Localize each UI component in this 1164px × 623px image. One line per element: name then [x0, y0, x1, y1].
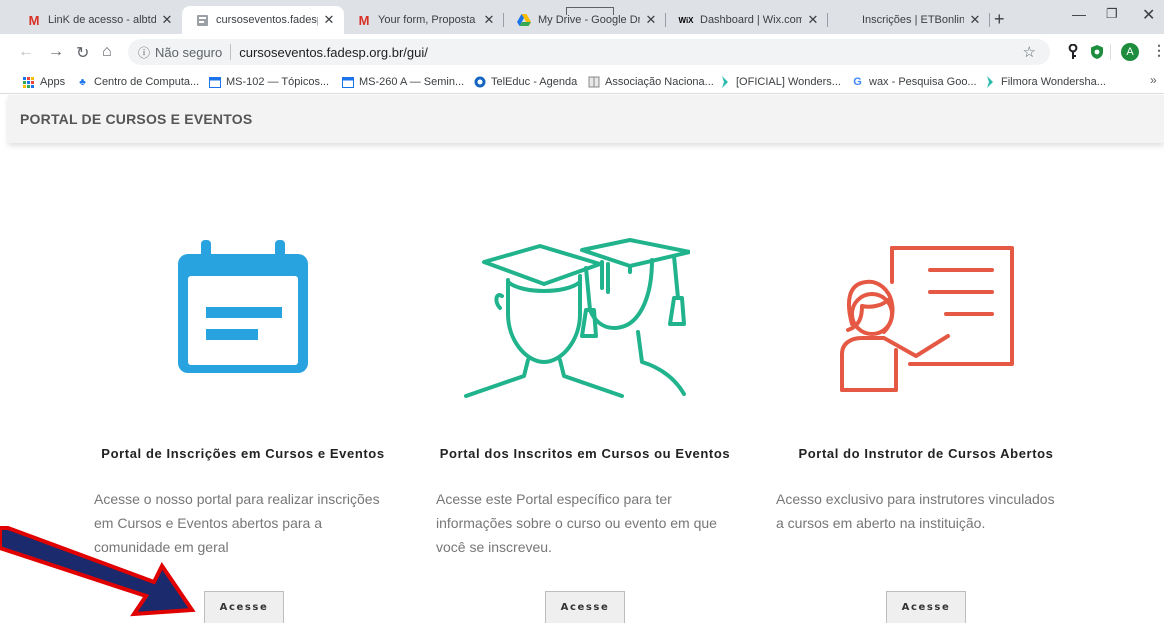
- calendar-icon: [178, 240, 308, 373]
- tab-1[interactable]: cursoseventos.fadesp.o ✕: [182, 6, 344, 34]
- site-brand[interactable]: PORTAL DE CURSOS E EVENTOS: [20, 111, 252, 127]
- bookmark-apps[interactable]: Apps: [22, 73, 65, 91]
- card-title-instrutor: Portal do Instrutor de Cursos Abertos: [798, 446, 1054, 461]
- bookmark-label: MS-102 — Tópicos...: [226, 76, 330, 88]
- close-icon[interactable]: ✕: [644, 12, 658, 28]
- bookmark-item[interactable]: [OFICIAL] Wonders...: [718, 73, 841, 91]
- close-icon[interactable]: ✕: [322, 12, 336, 28]
- desc-line: informações sobre o curso ou evento em q…: [436, 515, 717, 531]
- wondershare-icon: [983, 76, 996, 89]
- desc-line: você se inscreveu.: [436, 539, 552, 555]
- tab-3[interactable]: My Drive - Google Drive ✕: [504, 6, 666, 34]
- minimize-icon[interactable]: —: [1072, 6, 1086, 22]
- bookmark-label: Apps: [40, 76, 66, 88]
- profile-avatar[interactable]: A: [1121, 43, 1139, 61]
- close-icon[interactable]: ✕: [806, 12, 820, 28]
- restore-icon[interactable]: ❐: [1106, 6, 1118, 22]
- calendar-icon: [341, 76, 354, 89]
- desc-line: Acesso exclusivo para instrutores vincul…: [776, 491, 1055, 507]
- close-icon[interactable]: ✕: [482, 12, 496, 28]
- wondershare-icon: [718, 76, 731, 89]
- tab-title: LinK de acesso - albtdia: [48, 14, 156, 26]
- tab-title: My Drive - Google Drive: [538, 14, 640, 26]
- tab-5[interactable]: Inscrições | ETBonline ✕: [828, 6, 990, 34]
- desc-line: a cursos em aberto na instituição.: [776, 515, 986, 531]
- bookmark-item[interactable]: MS-260 A — Semin...: [341, 73, 464, 91]
- desc-line: Acesse o nosso portal para realizar insc…: [94, 491, 380, 507]
- new-tab-icon[interactable]: +: [994, 9, 1005, 30]
- bookmarks-overflow-icon[interactable]: »: [1150, 73, 1157, 87]
- tab-2[interactable]: M Your form, Proposta ETI ✕: [344, 6, 504, 34]
- card-title-inscricoes: Portal de Inscrições em Cursos e Eventos: [101, 446, 385, 461]
- tab-title: Inscrições | ETBonline: [862, 14, 964, 26]
- card-title-inscritos: Portal dos Inscritos em Cursos ou Evento…: [439, 446, 731, 461]
- apps-icon: [22, 76, 35, 89]
- forward-icon[interactable]: →: [48, 43, 64, 61]
- card-description: Acesse este Portal específico para ter i…: [436, 487, 736, 559]
- page-icon: [194, 12, 210, 28]
- google-icon: G: [853, 76, 862, 88]
- bookmark-item[interactable]: ♣ Centro de Computa...: [76, 73, 199, 91]
- annotation-arrow: [0, 526, 196, 617]
- card-description: Acesso exclusivo para instrutores vincul…: [776, 487, 1076, 535]
- calendar-icon: [208, 76, 221, 89]
- bookmark-label: Filmora Wondersha...: [1001, 76, 1106, 88]
- menu-dots-icon[interactable]: ⋮: [1152, 42, 1164, 59]
- bookmark-item[interactable]: Filmora Wondersha...: [983, 73, 1106, 91]
- toolbar-divider: [1110, 44, 1111, 60]
- bookmark-item[interactable]: TelEduc - Agenda: [473, 73, 577, 91]
- tab-separator: [989, 13, 990, 27]
- bookmark-label: Associação Naciona...: [605, 76, 714, 88]
- desc-line: Acesse este Portal específico para ter: [436, 491, 672, 507]
- key-icon[interactable]: [1068, 44, 1078, 60]
- gmail-icon: M: [28, 12, 40, 28]
- gmail-icon: M: [358, 12, 370, 28]
- reload-icon[interactable]: ↻: [76, 43, 89, 63]
- ccmp-icon: ♣: [79, 76, 86, 88]
- bookmark-item[interactable]: MS-102 — Tópicos...: [208, 73, 329, 91]
- close-icon[interactable]: ✕: [160, 12, 174, 28]
- info-icon[interactable]: ⓘ: [138, 44, 150, 61]
- tab-0[interactable]: M LinK de acesso - albtdia ✕: [14, 6, 182, 34]
- blank-icon: [840, 12, 856, 28]
- acesse-button-inscricoes[interactable]: Acesse: [204, 591, 284, 623]
- address-bar[interactable]: ⓘ Não seguro cursoseventos.fadesp.org.br…: [128, 39, 1050, 65]
- book-icon: [587, 76, 600, 89]
- home-icon[interactable]: ⌂: [102, 43, 112, 61]
- drive-icon: [516, 12, 532, 28]
- acesse-button-instrutor[interactable]: Acesse: [886, 591, 966, 623]
- bookmark-star-icon[interactable]: ☆: [1023, 43, 1036, 61]
- bookmark-label: wax - Pesquisa Goo...: [869, 76, 977, 88]
- bookmark-label: MS-260 A — Semin...: [359, 76, 465, 88]
- bookmark-item[interactable]: G wax - Pesquisa Goo...: [851, 73, 977, 91]
- page-header: PORTAL DE CURSOS E EVENTOS: [8, 95, 1164, 143]
- shield-icon[interactable]: [1090, 44, 1104, 60]
- url-text: cursoseventos.fadesp.org.br/gui/: [239, 44, 428, 60]
- browser-toolbar: ← → ↻ ⌂ ⓘ Não seguro cursoseventos.fades…: [0, 34, 1164, 70]
- security-label: Não seguro: [155, 44, 223, 60]
- bookmarks-bar: Apps ♣ Centro de Computa... MS-102 — Tóp…: [0, 70, 1164, 94]
- instructor-icon: [840, 246, 1014, 392]
- close-icon[interactable]: ✕: [968, 12, 982, 28]
- acesse-button-inscritos[interactable]: Acesse: [545, 591, 625, 623]
- bookmark-item[interactable]: Associação Naciona...: [587, 73, 714, 91]
- bookmark-label: Centro de Computa...: [94, 76, 200, 88]
- address-divider: [230, 44, 232, 60]
- tab-title: Dashboard | Wix.com: [700, 14, 802, 26]
- teleduc-icon: [473, 76, 486, 89]
- tab-4[interactable]: WiX Dashboard | Wix.com ✕: [666, 6, 828, 34]
- back-icon[interactable]: ←: [18, 43, 34, 61]
- tab-title: cursoseventos.fadesp.o: [216, 14, 318, 26]
- window-close-icon[interactable]: ✕: [1142, 5, 1155, 25]
- wix-icon: WiX: [678, 15, 694, 25]
- browser-tab-strip: M LinK de acesso - albtdia ✕ cursosevent…: [0, 0, 1164, 34]
- bookmark-label: [OFICIAL] Wonders...: [736, 76, 841, 88]
- bookmark-label: TelEduc - Agenda: [491, 76, 578, 88]
- tab-title: Your form, Proposta ETI: [378, 14, 478, 26]
- graduates-icon: [464, 238, 690, 398]
